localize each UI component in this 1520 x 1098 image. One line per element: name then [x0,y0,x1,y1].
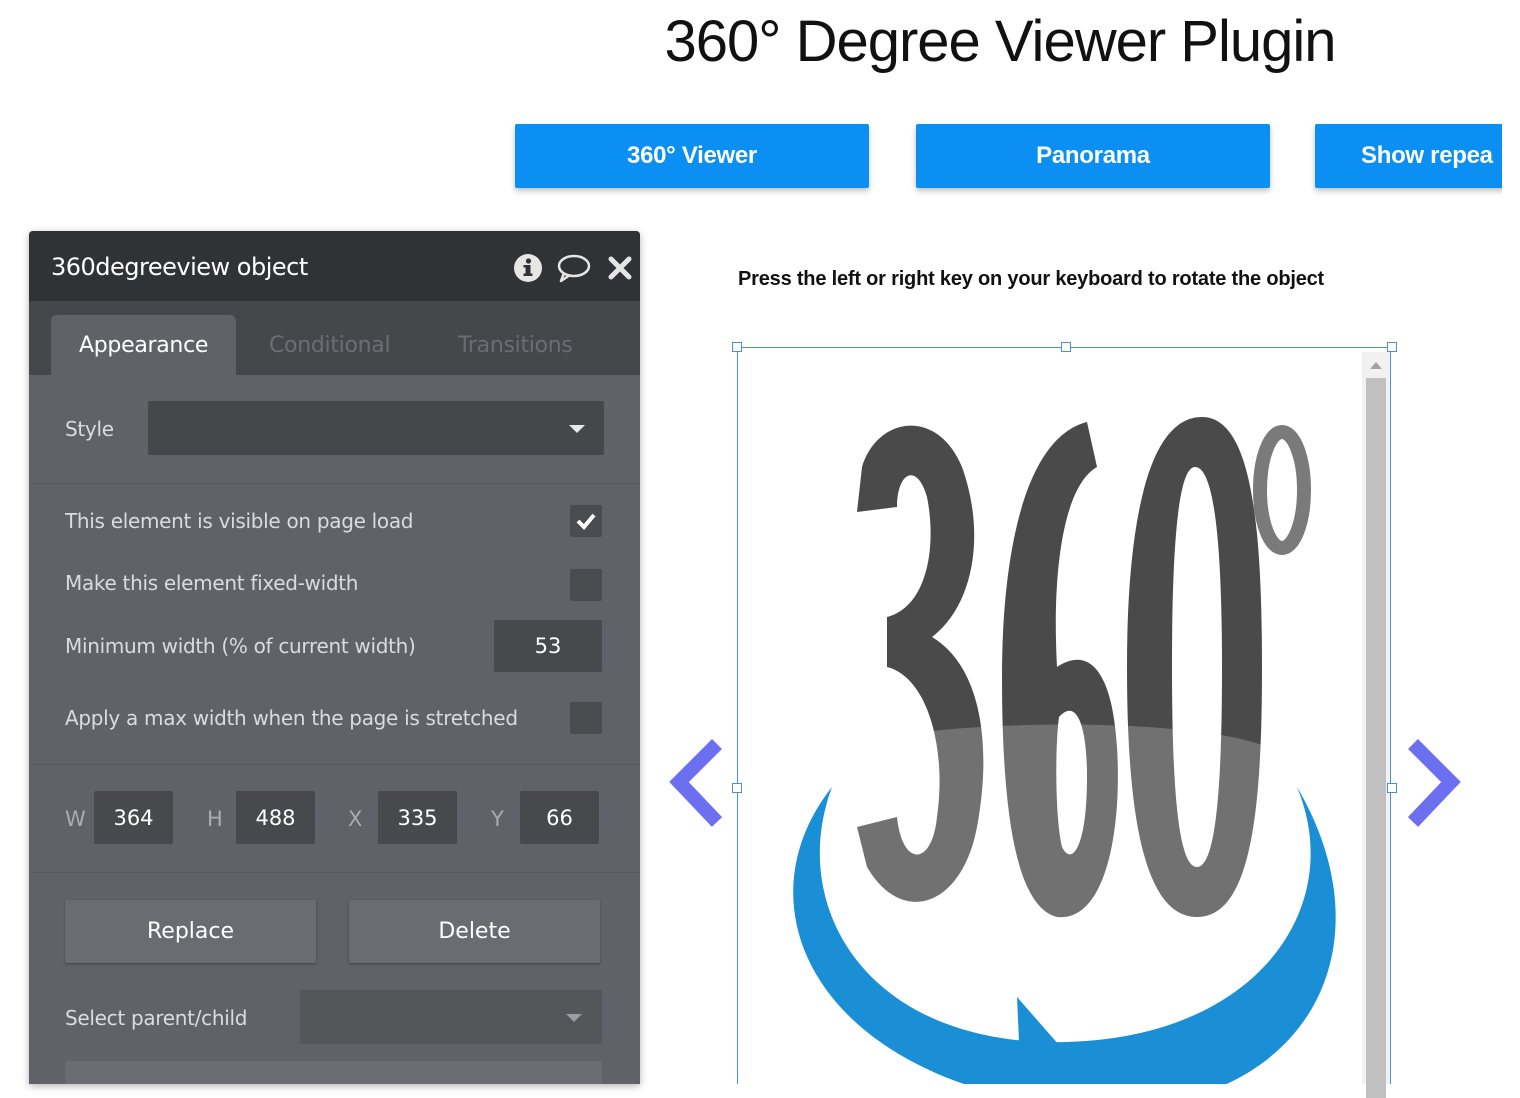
scrollbar-thumb[interactable] [1366,378,1386,1098]
property-editor-panel: 360degreeview object Appearance Conditio… [29,231,640,1084]
chevron-down-icon [566,1014,582,1022]
replace-button[interactable]: Replace [65,900,316,963]
nav-button-panorama[interactable]: Panorama [916,124,1270,188]
chevron-down-icon [569,425,585,433]
divider [29,483,640,484]
max-width-checkbox[interactable] [570,702,602,734]
fixed-width-checkbox[interactable] [570,569,602,601]
chevron-right-icon[interactable] [1405,738,1465,828]
panel-title: 360degreeview object [51,253,308,281]
delete-button[interactable]: Delete [349,900,600,963]
nav-bar: 360° Viewer Panorama Show repea [0,0,1502,200]
resize-handle-top-right[interactable] [1387,342,1397,352]
scroll-up-icon[interactable] [1370,362,1382,369]
tabs-bar: Appearance Conditional Transitions [29,301,640,375]
style-dropdown[interactable] [148,401,604,455]
max-width-label: Apply a max width when the page is stret… [65,706,518,730]
divider [29,872,640,873]
height-label: H [207,807,223,831]
close-icon[interactable] [605,253,635,283]
height-input[interactable]: 488 [236,791,315,844]
tab-conditional[interactable]: Conditional [269,315,391,375]
parent-child-dropdown[interactable] [300,990,602,1044]
info-icon[interactable] [513,253,543,283]
tab-transitions[interactable]: Transitions [458,315,573,375]
nav-button-360-viewer[interactable]: 360° Viewer [515,124,869,188]
fixed-width-label: Make this element fixed-width [65,571,359,595]
x-input[interactable]: 335 [378,791,457,844]
min-width-input[interactable]: 53 [494,620,602,672]
resize-handle-right[interactable] [1387,783,1397,793]
resize-handle-top[interactable] [1061,342,1071,352]
chevron-left-icon[interactable] [665,738,725,828]
width-label: W [65,807,86,831]
visible-on-load-label: This element is visible on page load [65,509,414,533]
style-label: Style [65,417,114,441]
x-label: X [348,807,363,831]
nav-button-show-repeating[interactable]: Show repea [1315,124,1502,188]
parent-child-label: Select parent/child [65,1006,248,1030]
tab-appearance[interactable]: Appearance [51,315,237,375]
width-input[interactable]: 364 [94,791,173,844]
checkmark-icon [576,513,596,530]
resize-handle-top-left[interactable] [732,342,742,352]
rotate-hint-text: Press the left or right key on your keyb… [738,268,1325,290]
viewer-scrollbar[interactable] [1362,352,1390,1098]
visible-on-load-checkbox[interactable] [570,505,602,537]
divider [29,764,640,765]
comment-icon[interactable] [556,253,592,283]
360-logo-image [793,417,1336,1084]
y-input[interactable]: 66 [520,791,599,844]
y-label: Y [491,807,504,831]
next-field[interactable] [65,1061,602,1084]
360-viewer[interactable] [737,347,1392,1084]
resize-handle-left[interactable] [732,783,742,793]
panel-header[interactable]: 360degreeview object [29,231,640,301]
min-width-label: Minimum width (% of current width) [65,634,416,658]
